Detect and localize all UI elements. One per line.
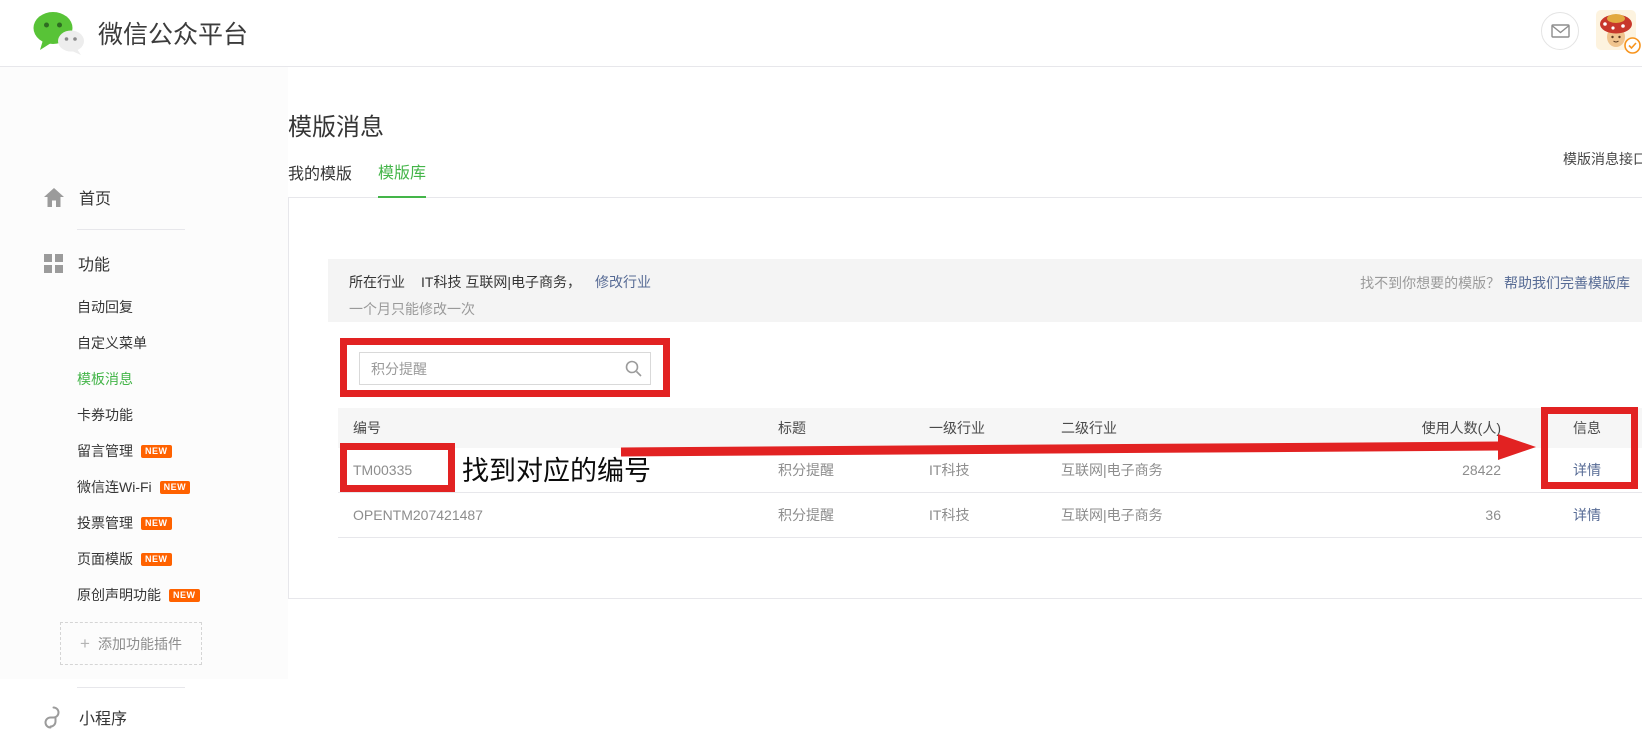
template-message-api-link[interactable]: 模版消息接口 xyxy=(1563,149,1642,169)
sidebar-item-1[interactable]: 自定义菜单 xyxy=(77,325,277,361)
sidebar-item-5[interactable]: 微信连Wi-Fi NEW xyxy=(77,469,277,505)
edit-industry-link[interactable]: 修改行业 xyxy=(595,272,651,292)
cell-action: 详情 xyxy=(1516,505,1642,525)
search-icon[interactable] xyxy=(625,360,642,382)
template-feedback-text: 找不到你想要的模版？ xyxy=(1360,275,1500,291)
template-table: 编号标题一级行业二级行业使用人数(人)信息 TM00335积分提醒IT科技互联网… xyxy=(338,408,1642,538)
improve-library-link[interactable]: 帮助我们完善模版库 xyxy=(1504,275,1630,291)
sidebar-item-label: 微信连Wi-Fi xyxy=(77,477,152,497)
column-header-1: 标题 xyxy=(778,418,929,438)
page-title: 模版消息 xyxy=(288,107,384,142)
sidebar-item-features[interactable]: 功能 xyxy=(44,251,110,275)
cell-industry2: 互联网|电子商务 xyxy=(1061,505,1301,525)
sidebar-item-label: 页面模版 xyxy=(77,549,133,569)
search-input[interactable] xyxy=(359,352,651,385)
new-badge: NEW xyxy=(160,481,191,494)
app-title: 微信公众平台 xyxy=(98,15,248,51)
detail-link[interactable]: 详情 xyxy=(1573,462,1601,478)
new-badge: NEW xyxy=(169,589,200,602)
table-row: TM00335积分提醒IT科技互联网|电子商务28422 详情 xyxy=(338,448,1642,493)
sidebar: 首页 功能 自动回复自定义菜单模板消息卡券功能留言管理 NEW 微信连Wi-Fi NE… xyxy=(0,67,288,679)
column-header-4: 使用人数(人) xyxy=(1301,418,1516,438)
add-plugin-button[interactable]: + 添加功能插件 xyxy=(60,622,202,665)
sidebar-item-6[interactable]: 投票管理 NEW xyxy=(77,505,277,541)
cell-id: OPENTM207421487 xyxy=(338,507,778,523)
tab-my-templates[interactable]: 我的模版 xyxy=(288,160,352,197)
industry-info-bar: 所在行业 IT科技 互联网|电子商务， 修改行业 一个月只能修改一次 找不到你想… xyxy=(328,259,1642,322)
plus-icon: + xyxy=(80,634,90,654)
cell-industry1: IT科技 xyxy=(929,460,1061,480)
main-content: 模版消息 我的模版 模版库 模版消息接口 所在行业 IT科技 互联网|电子商务，… xyxy=(288,67,1642,679)
sidebar-item-3[interactable]: 卡券功能 xyxy=(77,397,277,433)
tab-bar: 我的模版 模版库 xyxy=(288,161,1642,198)
new-badge: NEW xyxy=(141,517,172,530)
industry-value: IT科技 互联网|电子商务， xyxy=(421,272,581,292)
cell-title: 积分提醒 xyxy=(778,460,929,480)
miniprogram-icon xyxy=(40,705,64,729)
sidebar-item-4[interactable]: 留言管理 NEW xyxy=(77,433,277,469)
sidebar-item-label: 首页 xyxy=(79,185,111,209)
sidebar-item-2[interactable]: 模板消息 xyxy=(77,361,277,397)
column-header-2: 一级行业 xyxy=(929,418,1061,438)
avatar[interactable] xyxy=(1596,10,1636,50)
wechat-mp-template-library-page: { "header": { "title": "微信公众平台" }, "side… xyxy=(0,0,1642,679)
sidebar-divider xyxy=(77,229,185,230)
column-header-5: 信息 xyxy=(1516,418,1642,438)
table-row: OPENTM207421487积分提醒IT科技互联网|电子商务36 详情 xyxy=(338,493,1642,538)
new-badge: NEW xyxy=(141,553,172,566)
sidebar-item-0[interactable]: 自动回复 xyxy=(77,289,277,325)
wechat-logo-icon xyxy=(33,11,85,55)
sidebar-item-label: 投票管理 xyxy=(77,513,133,533)
sidebar-item-7[interactable]: 页面模版 NEW xyxy=(77,541,277,577)
sidebar-item-label: 自动回复 xyxy=(77,297,133,317)
mail-button[interactable] xyxy=(1541,12,1579,50)
sidebar-item-home[interactable]: 首页 xyxy=(44,185,111,209)
cell-action: 详情 xyxy=(1516,460,1642,480)
grid-icon xyxy=(44,254,63,273)
detail-link[interactable]: 详情 xyxy=(1573,507,1601,523)
cell-industry2: 互联网|电子商务 xyxy=(1061,460,1301,480)
tab-template-library[interactable]: 模版库 xyxy=(378,159,426,199)
verified-badge-icon xyxy=(1624,37,1641,54)
sidebar-item-label: 功能 xyxy=(78,251,110,275)
mail-icon xyxy=(1551,24,1570,38)
cell-users: 36 xyxy=(1301,507,1516,523)
cell-industry1: IT科技 xyxy=(929,505,1061,525)
table-body: TM00335积分提醒IT科技互联网|电子商务28422详情OPENTM2074… xyxy=(338,448,1642,538)
cell-title: 积分提醒 xyxy=(778,505,929,525)
add-plugin-label: 添加功能插件 xyxy=(98,634,182,654)
cell-users: 28422 xyxy=(1301,462,1516,478)
sidebar-divider xyxy=(77,687,185,688)
sidebar-item-label: 小程序 xyxy=(79,705,127,729)
app-logo[interactable]: 微信公众平台 xyxy=(33,11,248,55)
industry-note: 一个月只能修改一次 xyxy=(349,299,1630,319)
column-header-3: 二级行业 xyxy=(1061,418,1301,438)
sidebar-item-miniprogram[interactable]: 小程序 xyxy=(40,705,127,729)
sidebar-item-label: 卡券功能 xyxy=(77,405,133,425)
column-header-0: 编号 xyxy=(338,418,778,438)
content-card: 所在行业 IT科技 互联网|电子商务， 修改行业 一个月只能修改一次 找不到你想… xyxy=(288,198,1642,599)
sidebar-item-8[interactable]: 原创声明功能 NEW xyxy=(77,577,277,613)
new-badge: NEW xyxy=(141,445,172,458)
cell-id: TM00335 xyxy=(338,462,778,478)
home-icon xyxy=(44,188,64,207)
table-header-row: 编号标题一级行业二级行业使用人数(人)信息 xyxy=(338,408,1642,448)
sidebar-item-label: 模板消息 xyxy=(77,369,133,389)
industry-label: 所在行业 xyxy=(349,272,405,292)
top-bar: 微信公众平台 xyxy=(0,0,1642,67)
sidebar-item-label: 原创声明功能 xyxy=(77,585,161,605)
sidebar-item-label: 留言管理 xyxy=(77,441,133,461)
sidebar-item-label: 自定义菜单 xyxy=(77,333,147,353)
sidebar-feature-list: 自动回复自定义菜单模板消息卡券功能留言管理 NEW 微信连Wi-Fi NEW 投票管理 N… xyxy=(77,289,277,613)
template-search xyxy=(359,352,651,385)
